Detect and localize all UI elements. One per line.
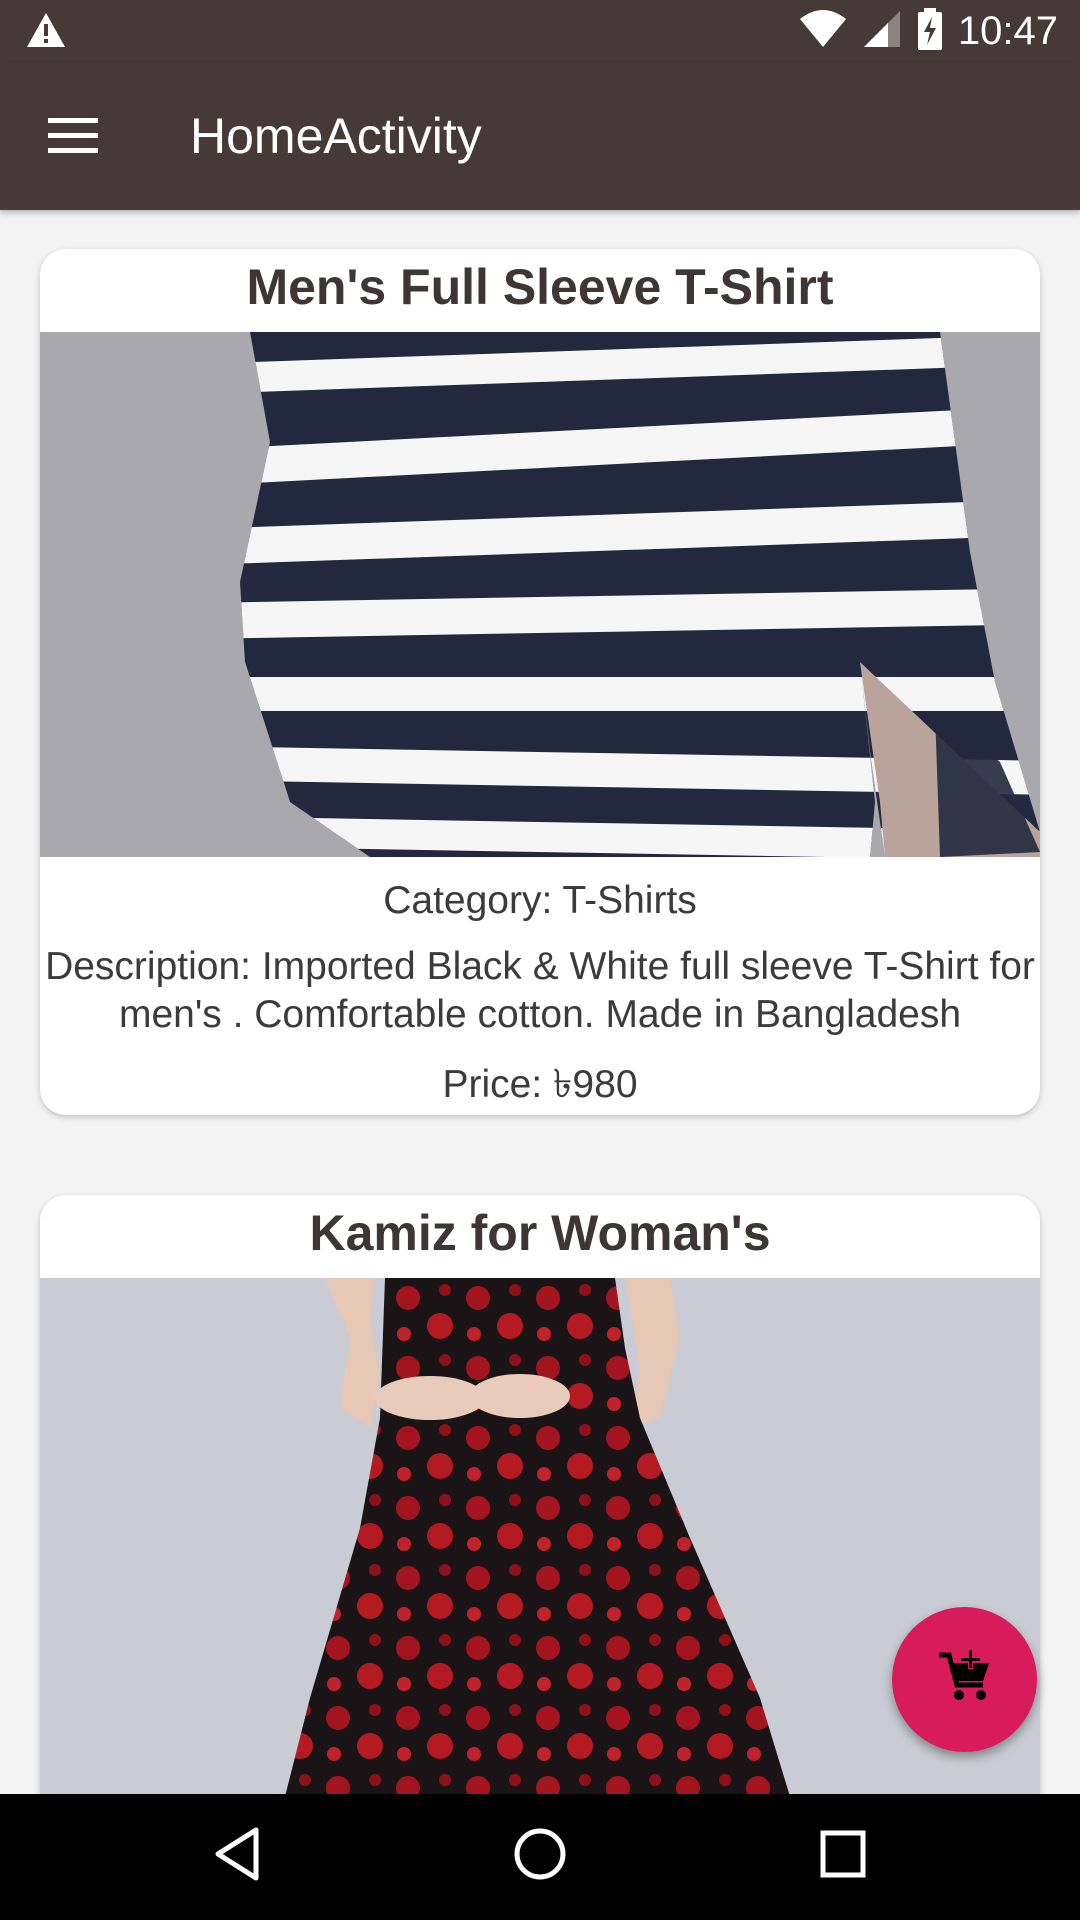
product-card[interactable]: Kamiz for Woman's — [40, 1195, 1040, 1895]
home-icon[interactable] — [512, 1826, 568, 1887]
system-nav-bar — [0, 1794, 1080, 1920]
signal-icon — [862, 9, 902, 54]
product-description: Description: Imported Black & White full… — [45, 945, 1035, 1036]
product-price: Price: ৳980 — [442, 1063, 638, 1106]
status-bar: 10:47 — [0, 0, 1080, 63]
wifi-icon — [798, 9, 848, 54]
product-category: Category: T-Shirts — [383, 879, 697, 922]
app-bar: HomeActivity — [0, 63, 1080, 210]
add-to-cart-button[interactable] — [892, 1607, 1037, 1752]
add-to-cart-icon — [935, 1647, 995, 1712]
back-icon[interactable] — [212, 1826, 262, 1887]
hamburger-menu-icon[interactable] — [48, 118, 100, 154]
warning-icon — [26, 12, 66, 53]
battery-icon — [916, 8, 944, 55]
recents-icon[interactable] — [818, 1826, 868, 1887]
product-title: Kamiz for Woman's — [309, 1205, 771, 1261]
status-time: 10:47 — [957, 9, 1058, 53]
product-card[interactable]: Men's Full Sleeve T-Shirt Category: T-Sh… — [40, 249, 1040, 1115]
striped-tshirt-image — [40, 332, 1040, 857]
product-title: Men's Full Sleeve T-Shirt — [246, 259, 834, 315]
page-title: HomeActivity — [190, 108, 482, 164]
